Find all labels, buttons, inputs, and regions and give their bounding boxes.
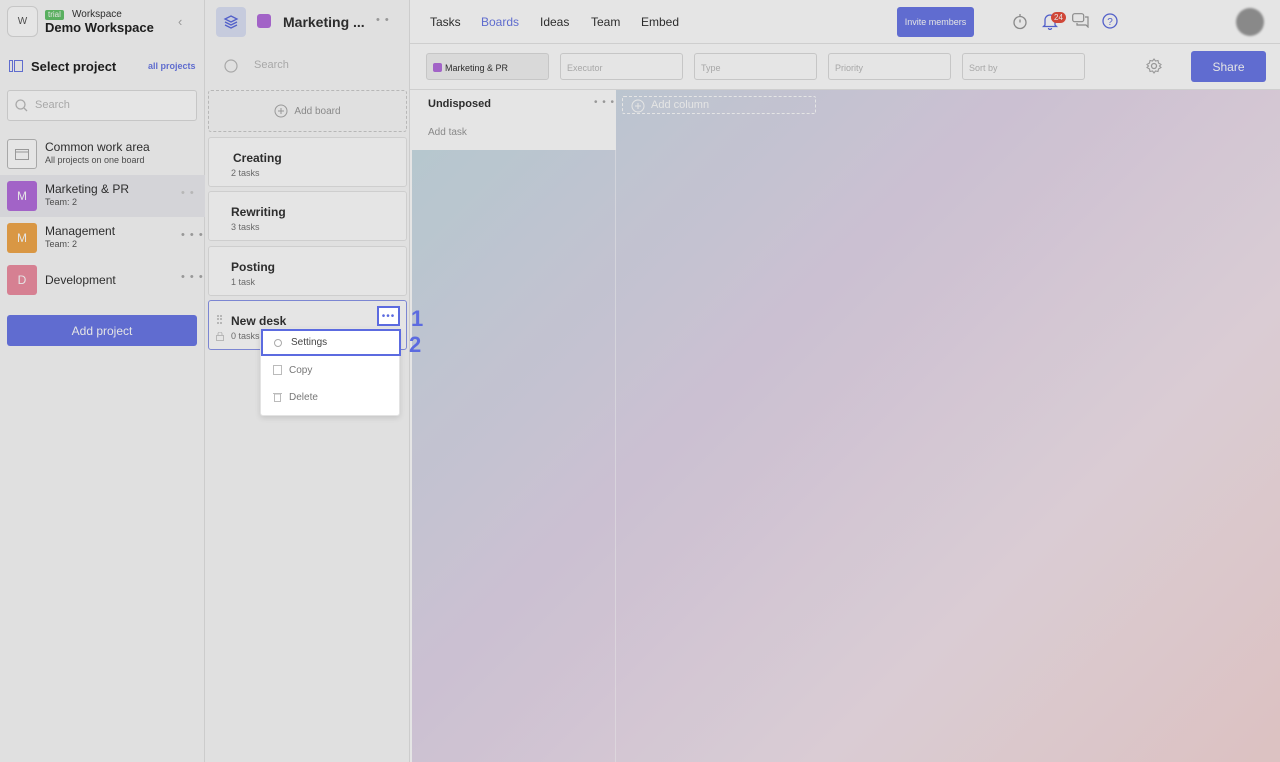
board-context-menu: Settings Copy Delete <box>260 328 401 416</box>
project-item-marketing[interactable]: M Marketing & PR Team: 2 • • <box>0 175 205 217</box>
column-title[interactable]: Undisposed <box>428 98 491 110</box>
project-options-icon[interactable]: • • <box>376 14 390 26</box>
drag-handle-icon[interactable] <box>217 315 222 324</box>
column-more-icon[interactable]: • • • <box>594 97 615 108</box>
svg-text:?: ? <box>1107 17 1113 28</box>
project-filter-value: Marketing & PR <box>445 63 509 73</box>
search-icon <box>15 99 28 112</box>
layers-icon[interactable] <box>216 7 246 37</box>
search-placeholder: Search <box>35 99 70 111</box>
lock-icon <box>216 332 224 341</box>
board-column: Undisposed • • • Add task <box>412 90 616 150</box>
tab-boards[interactable]: Boards <box>481 15 519 29</box>
tab-ideas[interactable]: Ideas <box>540 15 569 29</box>
step-marker-2: 2 <box>409 332 422 357</box>
project-filter-select[interactable]: Marketing & PR <box>426 53 549 80</box>
add-board-label: Add board <box>294 105 341 117</box>
gear-icon[interactable] <box>1146 58 1162 74</box>
column-divider <box>615 150 616 762</box>
menu-item-label: Delete <box>289 392 318 403</box>
project-item-management[interactable]: M Management Team: 2 • • • <box>0 217 205 259</box>
board-task-count: 3 tasks <box>231 222 260 232</box>
project-name: Management <box>45 224 116 238</box>
project-sub: Team: 2 <box>45 197 78 207</box>
invite-members-button[interactable]: Invite members <box>897 7 974 37</box>
project-item-development[interactable]: D Development • • • <box>0 259 205 301</box>
executor-filter-select[interactable]: Executor <box>560 53 683 80</box>
project-more-icon[interactable]: • • <box>181 187 195 199</box>
board-title: Creating <box>233 151 282 165</box>
gear-icon <box>274 339 282 347</box>
current-project-title[interactable]: Marketing ... <box>283 14 365 30</box>
type-filter-select[interactable]: Type <box>694 53 817 80</box>
add-project-button[interactable]: Add project <box>7 315 197 346</box>
board-title: New desk <box>231 314 287 328</box>
workspace-logo[interactable]: W <box>7 6 38 37</box>
tab-embed[interactable]: Embed <box>641 15 679 29</box>
help-icon[interactable]: ? <box>1102 13 1118 29</box>
trial-badge: trial <box>45 10 64 20</box>
menu-item-label: Settings <box>291 337 328 348</box>
project-more-icon[interactable]: • • • <box>181 229 204 241</box>
project-name: Development <box>45 273 116 287</box>
board-card[interactable]: Rewriting 3 tasks <box>208 191 407 241</box>
board-card[interactable]: Posting 1 task <box>208 246 407 296</box>
menu-item-copy[interactable]: Copy <box>261 357 401 384</box>
project-item-common[interactable]: Common work area All projects on one boa… <box>0 133 205 175</box>
timer-icon[interactable] <box>1012 13 1028 30</box>
board-card[interactable]: Creating 2 tasks <box>208 137 407 187</box>
collapse-sidebar-icon[interactable]: ‹ <box>178 14 182 29</box>
project-more-icon[interactable]: • • • <box>181 271 204 283</box>
menu-item-settings[interactable]: Settings <box>261 329 401 356</box>
priority-filter-select[interactable]: Priority <box>828 53 951 80</box>
add-task-button[interactable]: Add task <box>428 127 467 138</box>
tab-team[interactable]: Team <box>591 15 620 29</box>
search-icon <box>224 59 238 73</box>
project-avatar: D <box>7 265 37 295</box>
copy-icon <box>273 365 282 375</box>
add-board-button[interactable]: Add board <box>208 90 407 132</box>
board-title: Rewriting <box>231 205 286 219</box>
project-search-input[interactable]: Search <box>7 90 197 121</box>
board-task-count: 2 tasks <box>231 168 260 178</box>
trash-icon <box>273 393 282 402</box>
plus-circle-icon <box>631 99 645 113</box>
menu-item-label: Copy <box>289 365 313 376</box>
board-task-count: 0 tasks <box>231 331 260 341</box>
add-column-label: Add column <box>651 99 710 111</box>
add-column-button[interactable]: Add column <box>622 96 816 114</box>
project-color-swatch <box>257 14 271 28</box>
project-color-dot <box>433 63 442 72</box>
share-button[interactable]: Share <box>1191 51 1266 82</box>
board-title: Posting <box>231 260 275 274</box>
board-task-count: 1 task <box>231 277 256 287</box>
sort-by-select[interactable]: Sort by <box>962 53 1085 80</box>
project-name: Common work area <box>45 140 150 154</box>
tab-tasks[interactable]: Tasks <box>430 15 461 29</box>
workspace-name[interactable]: Demo Workspace <box>45 20 154 35</box>
all-projects-link[interactable]: all projects <box>148 61 196 71</box>
step-marker-1: 1 <box>411 306 424 331</box>
projects-icon <box>9 60 23 72</box>
project-sub: Team: 2 <box>45 239 78 249</box>
notification-count-badge: 24 <box>1051 12 1066 23</box>
board-canvas <box>412 90 1280 762</box>
board-more-button[interactable]: ••• <box>377 306 400 326</box>
project-name: Marketing & PR <box>45 182 130 196</box>
chat-icon[interactable] <box>1072 13 1089 28</box>
project-sub: All projects on one board <box>45 155 145 165</box>
menu-item-delete[interactable]: Delete <box>261 384 401 411</box>
common-area-icon <box>7 139 37 169</box>
user-avatar[interactable] <box>1236 8 1264 36</box>
workspace-label: Workspace <box>72 9 122 20</box>
project-avatar: M <box>7 181 37 211</box>
select-project-title: Select project <box>31 59 117 74</box>
search-placeholder: Search <box>254 59 289 71</box>
project-avatar: M <box>7 223 37 253</box>
plus-circle-icon <box>274 104 288 118</box>
